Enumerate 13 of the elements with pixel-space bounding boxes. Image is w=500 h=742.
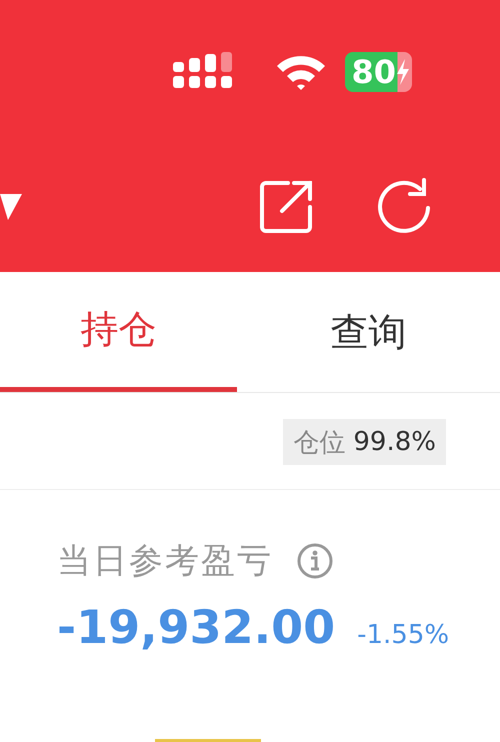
info-icon[interactable] xyxy=(297,543,333,579)
lightning-icon xyxy=(396,59,410,85)
dropdown-triangle-icon[interactable] xyxy=(0,194,22,220)
pnl-label: 当日参考盈亏 xyxy=(57,540,273,583)
pnl-amount: -19,932.00 xyxy=(57,600,336,654)
position-value: 99.8% xyxy=(353,427,436,457)
pnl-percent: -1.55% xyxy=(357,620,450,650)
tab[interactable]: 持仓 xyxy=(0,272,237,392)
position-label: 仓位 xyxy=(293,426,346,460)
tab[interactable]: 查询 xyxy=(237,272,500,392)
wifi-icon xyxy=(275,53,328,91)
battery-level: 80 xyxy=(351,52,396,92)
share-icon[interactable] xyxy=(258,179,314,235)
